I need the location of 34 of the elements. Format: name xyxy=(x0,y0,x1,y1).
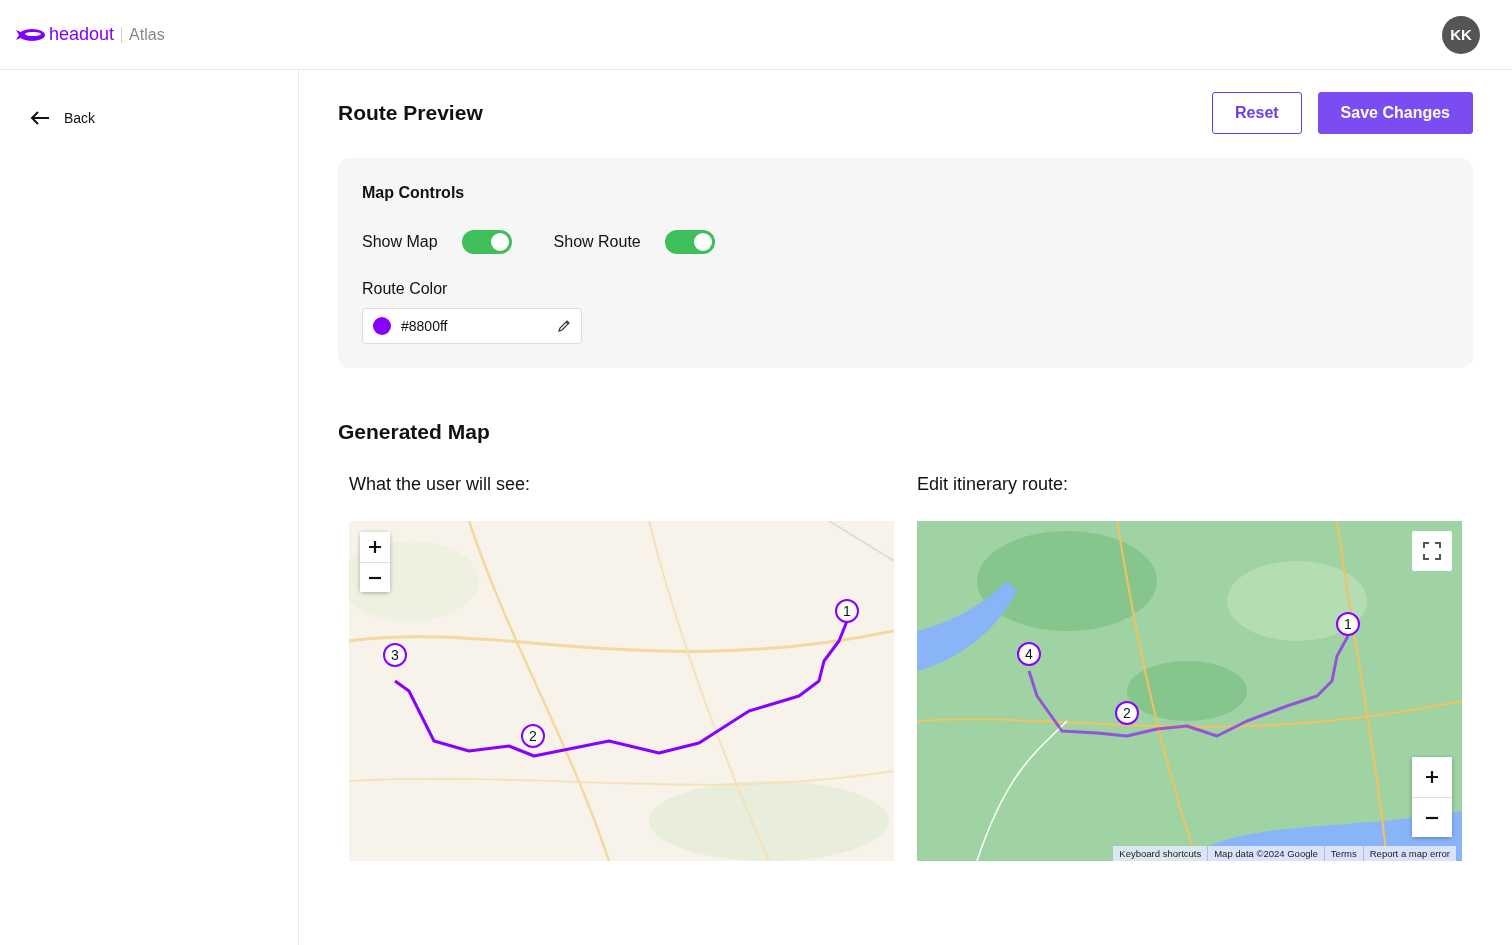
zoom-in-icon xyxy=(1425,770,1439,784)
toggle-switch[interactable] xyxy=(664,230,715,254)
section-title: Map Controls xyxy=(362,184,466,202)
map-caption: What the user will see: xyxy=(349,474,532,495)
zoom-out-button[interactable] xyxy=(360,562,390,592)
product-name: Atlas xyxy=(129,25,165,44)
reset-button[interactable]: Reset xyxy=(1212,92,1302,134)
section-title: Generated Map xyxy=(338,420,491,444)
zoom-out-icon xyxy=(1425,815,1439,820)
fullscreen-icon xyxy=(1423,542,1441,560)
zoom-in-button[interactable] xyxy=(360,532,390,562)
page-title: Route Preview xyxy=(338,101,483,125)
map-attribution-link[interactable]: Terms xyxy=(1323,846,1363,861)
brand-name[interactable]: headout xyxy=(49,24,115,45)
pencil-icon[interactable] xyxy=(557,319,571,333)
back-arrow-icon xyxy=(30,110,50,126)
back-link[interactable]: Back xyxy=(30,110,96,126)
save-button[interactable]: Save Changes xyxy=(1317,92,1473,134)
map-attribution-link[interactable]: Report a map error xyxy=(1362,846,1456,861)
fullscreen-button[interactable] xyxy=(1412,531,1452,571)
blimp-icon xyxy=(16,26,45,43)
field-label: Route Color xyxy=(362,280,449,298)
toggle-label: Show Route xyxy=(553,233,641,251)
map-caption: Edit itinerary route: xyxy=(917,474,1070,495)
color-input[interactable]: #8800ff xyxy=(362,308,582,344)
zoom-in-icon xyxy=(368,540,382,554)
map-attribution-link[interactable]: Map data ©2024 Google xyxy=(1207,846,1324,861)
zoom-in-button[interactable] xyxy=(1412,757,1452,797)
map-attribution-link[interactable]: Keyboard shortcuts xyxy=(1113,846,1208,861)
color-value: #8800ff xyxy=(401,318,449,334)
toggle-switch[interactable] xyxy=(461,230,512,254)
toggle-label: Show Map xyxy=(362,233,438,251)
zoom-out-icon xyxy=(368,575,382,580)
user-avatar[interactable]: KK xyxy=(1442,15,1480,54)
